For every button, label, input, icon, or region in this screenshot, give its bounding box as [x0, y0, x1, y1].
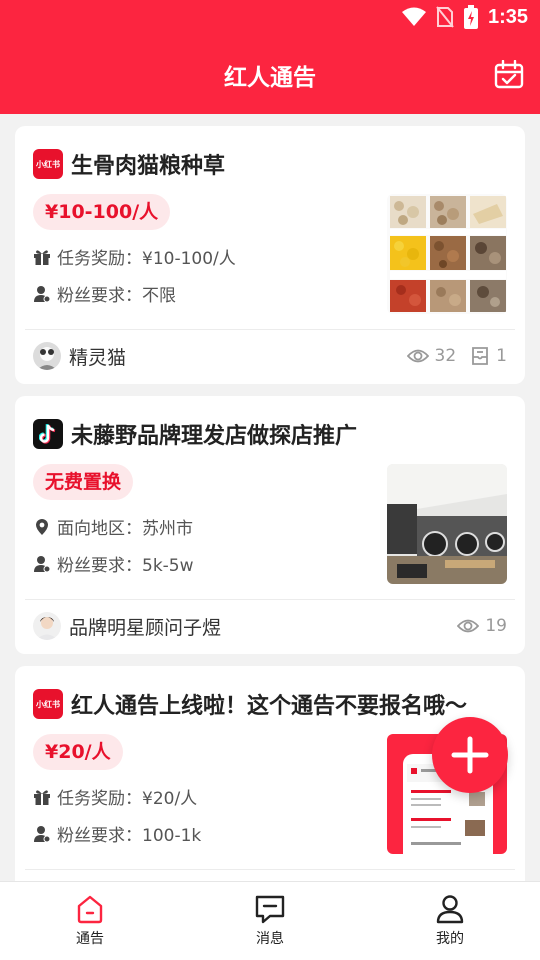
- wifi-icon: [401, 7, 426, 26]
- douyin-logo-icon: [33, 419, 63, 449]
- user-icon: [34, 285, 51, 302]
- user-icon: [34, 555, 51, 572]
- reward-tag: 无费置换: [33, 464, 134, 500]
- page-title: 红人通告: [224, 65, 316, 91]
- app-header: 红人通告: [0, 36, 540, 114]
- card-divider: [25, 869, 515, 870]
- applies-stat: 1: [470, 346, 507, 366]
- reward-tag: ¥20/人: [33, 734, 123, 770]
- fans-line: 粉丝要求：5k-5w: [33, 551, 194, 576]
- message-icon: [255, 895, 285, 924]
- bottom-tab-bar: 通告 消息 我的: [0, 881, 540, 960]
- home-icon: [77, 895, 103, 924]
- tab-announcements[interactable]: 通告: [0, 882, 180, 960]
- battery-icon: [463, 5, 478, 29]
- announcement-card[interactable]: 未藤野品牌理发店做探店推广 无费置换 面向地区：苏州市 粉丝要求：5k-5w 品…: [15, 396, 525, 654]
- author-name[interactable]: 精灵猫: [69, 343, 393, 370]
- no-sim-icon: [436, 6, 454, 28]
- gift-icon: [34, 249, 50, 265]
- tab-messages[interactable]: 消息: [180, 882, 360, 960]
- xiaohongshu-logo-icon: 小红书: [33, 149, 63, 179]
- views-stat: 32: [406, 346, 456, 366]
- tab-profile[interactable]: 我的: [360, 882, 540, 960]
- calendar-icon[interactable]: [494, 60, 524, 90]
- inbox-icon: [472, 347, 489, 365]
- card-title: 未藤野品牌理发店做探店推广: [71, 424, 358, 449]
- views-stat: 19: [457, 616, 507, 636]
- gift-icon: [34, 789, 50, 805]
- card-title: 红人通告上线啦！这个通告不要报名哦～: [71, 694, 468, 719]
- location-icon: [36, 518, 48, 535]
- avatar[interactable]: [33, 612, 61, 640]
- card-divider: [25, 329, 515, 330]
- reward-line: 任务奖励：¥20/人: [33, 784, 197, 809]
- announcement-card[interactable]: 小红书 生骨肉猫粮种草 ¥10-100/人 任务奖励：¥10-100/人 粉丝要…: [15, 126, 525, 384]
- region-line: 面向地区：苏州市: [33, 514, 193, 539]
- cat-food-thumbnail: [387, 194, 507, 314]
- plus-icon: [451, 736, 489, 774]
- reward-line: 任务奖励：¥10-100/人: [33, 244, 236, 269]
- status-time: 1:35: [487, 5, 528, 28]
- add-announcement-button[interactable]: [432, 717, 508, 793]
- fans-line: 粉丝要求：100-1k: [33, 821, 201, 846]
- tab-label: 我的: [436, 931, 464, 947]
- eye-icon: [406, 349, 429, 363]
- card-title: 生骨肉猫粮种草: [71, 154, 226, 179]
- user-icon: [34, 825, 51, 842]
- reward-tag: ¥10-100/人: [33, 194, 171, 230]
- status-bar: 1:35: [0, 0, 540, 36]
- avatar[interactable]: [33, 342, 61, 370]
- salon-thumbnail: [387, 464, 507, 584]
- profile-icon: [436, 895, 464, 924]
- tab-label: 消息: [256, 931, 284, 947]
- tab-label: 通告: [76, 931, 104, 947]
- author-name[interactable]: 品牌明星顾问子煜: [69, 613, 443, 640]
- card-divider: [25, 599, 515, 600]
- xiaohongshu-logo-icon: 小红书: [33, 689, 63, 719]
- eye-icon: [457, 619, 480, 633]
- fans-line: 粉丝要求：不限: [33, 281, 176, 306]
